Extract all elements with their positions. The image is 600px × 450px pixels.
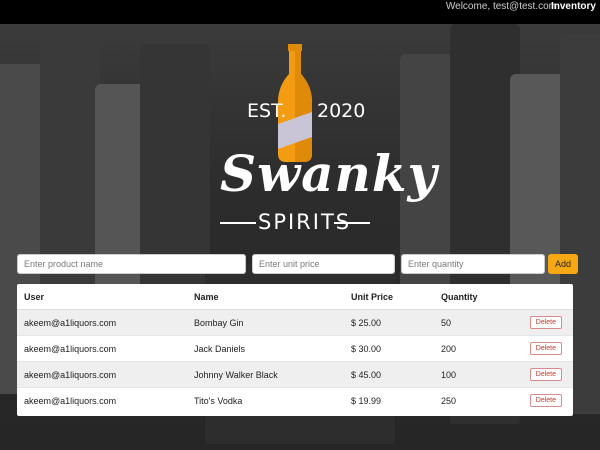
delete-button[interactable]: Delete [529, 316, 562, 329]
column-header-user: User [17, 284, 187, 310]
inventory-table: User Name Unit Price Quantity akeem@a1li… [17, 284, 573, 416]
welcome-text: Welcome, test@test.com [445, 1, 557, 12]
column-header-quantity: Quantity [434, 284, 521, 310]
cell-name: Tito's Vodka [187, 387, 344, 413]
brand-logo: EST. 2020 Swanky SPIRITS [200, 24, 437, 254]
divider-left [220, 222, 256, 224]
cell-quantity: 200 [434, 335, 521, 362]
cell-name: Bombay Gin [187, 309, 344, 336]
cell-quantity: 50 [434, 309, 521, 336]
cell-quantity: 100 [434, 361, 521, 388]
cell-unit-price: $ 19.99 [344, 387, 434, 413]
year-text: 2020 [317, 100, 366, 122]
delete-button[interactable]: Delete [529, 394, 562, 407]
delete-button[interactable]: Delete [529, 368, 562, 381]
divider-right [334, 222, 370, 224]
table-row: akeem@a1liquors.com Tito's Vodka $ 19.99… [17, 387, 573, 413]
product-name-input[interactable] [17, 254, 246, 274]
inventory-link[interactable]: Inventory [551, 1, 596, 12]
quantity-input[interactable] [401, 254, 545, 274]
column-header-name: Name [187, 284, 344, 310]
cell-actions: Delete [521, 387, 573, 413]
cell-actions: Delete [521, 309, 573, 336]
table-header-row: User Name Unit Price Quantity [17, 284, 573, 310]
cell-unit-price: $ 30.00 [344, 335, 434, 362]
unit-price-input[interactable] [252, 254, 395, 274]
add-button[interactable]: Add [548, 254, 578, 274]
est-text: EST. [247, 100, 287, 122]
cell-name: Jack Daniels [187, 335, 344, 362]
delete-button[interactable]: Delete [529, 342, 562, 355]
table-row: akeem@a1liquors.com Johnny Walker Black … [17, 361, 573, 388]
cell-actions: Delete [521, 361, 573, 388]
brand-name: Swanky [220, 144, 438, 203]
add-product-form: Add [17, 254, 578, 274]
table-row: akeem@a1liquors.com Bombay Gin $ 25.00 5… [17, 309, 573, 336]
cell-unit-price: $ 45.00 [344, 361, 434, 388]
cell-unit-price: $ 25.00 [344, 309, 434, 336]
cell-user: akeem@a1liquors.com [17, 387, 187, 413]
cell-actions: Delete [521, 335, 573, 362]
cell-user: akeem@a1liquors.com [17, 335, 187, 362]
column-header-unit-price: Unit Price [344, 284, 434, 310]
cell-quantity: 250 [434, 387, 521, 413]
column-header-actions [521, 284, 573, 310]
table-row: akeem@a1liquors.com Jack Daniels $ 30.00… [17, 335, 573, 362]
cell-user: akeem@a1liquors.com [17, 361, 187, 388]
cell-user: akeem@a1liquors.com [17, 309, 187, 336]
top-nav-bar: Welcome, test@test.com Inventory [0, 0, 600, 24]
cell-name: Johnny Walker Black [187, 361, 344, 388]
